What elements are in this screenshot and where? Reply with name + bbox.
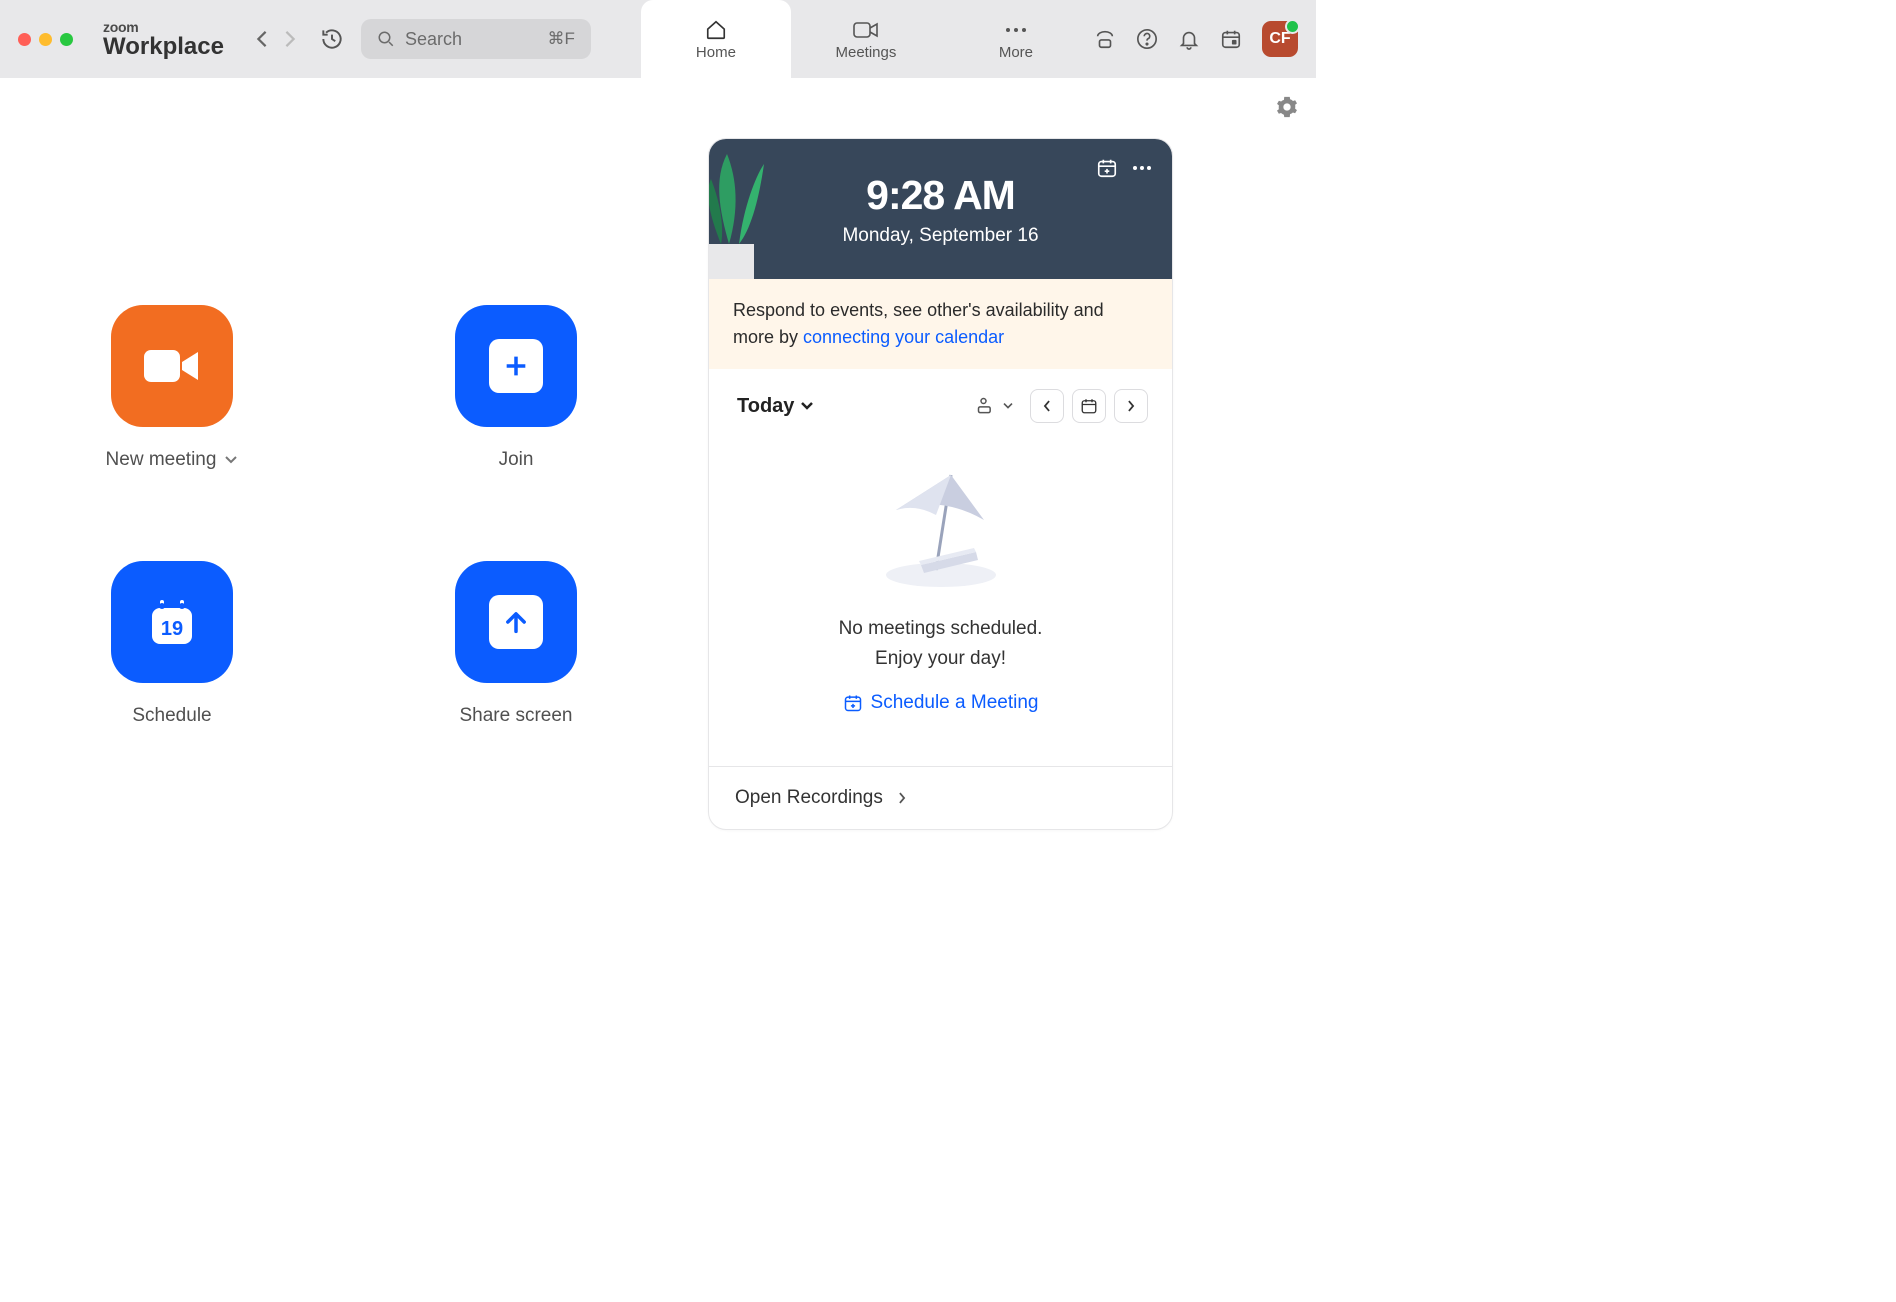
tab-home[interactable]: Home bbox=[641, 0, 791, 78]
empty-line-2: Enjoy your day! bbox=[875, 648, 1006, 670]
app-logo: zoom Workplace bbox=[103, 19, 224, 59]
plus-square-icon bbox=[489, 339, 543, 393]
search-icon bbox=[377, 30, 395, 48]
calendar-header: 9:28 AM Monday, September 16 bbox=[709, 139, 1172, 279]
minimize-window-button[interactable] bbox=[39, 33, 52, 46]
svg-text:19: 19 bbox=[161, 618, 183, 640]
room-icon[interactable] bbox=[1094, 28, 1116, 50]
search-shortcut: ⌘F bbox=[548, 29, 575, 49]
help-icon[interactable] bbox=[1136, 28, 1158, 50]
calendar-empty-state: No meetings scheduled. Enjoy your day! S… bbox=[709, 437, 1172, 766]
toolbar: zoom Workplace Search ⌘F Home Meetings bbox=[0, 0, 1316, 78]
schedule-meeting-link[interactable]: Schedule a Meeting bbox=[843, 692, 1039, 714]
history-icon[interactable] bbox=[319, 26, 345, 52]
tab-more[interactable]: More bbox=[941, 0, 1091, 78]
calendar-panel: 9:28 AM Monday, September 16 Respond to … bbox=[708, 138, 1173, 830]
schedule-label: Schedule bbox=[132, 705, 211, 727]
umbrella-illustration bbox=[866, 460, 1016, 590]
join-label: Join bbox=[499, 449, 534, 471]
more-icon bbox=[1004, 18, 1028, 42]
nav-forward-button[interactable] bbox=[276, 25, 304, 53]
next-day-button[interactable] bbox=[1114, 389, 1148, 423]
chevron-down-icon bbox=[224, 455, 238, 465]
calendar-date: Monday, September 16 bbox=[842, 225, 1038, 247]
video-icon bbox=[853, 18, 879, 42]
schedule-button[interactable]: 19 bbox=[111, 561, 233, 683]
chevron-down-icon bbox=[1002, 402, 1014, 410]
toolbar-right: CF bbox=[1094, 21, 1306, 57]
schedule-item: 19 Schedule bbox=[111, 561, 233, 727]
home-icon bbox=[704, 18, 728, 42]
bell-icon[interactable] bbox=[1178, 28, 1200, 50]
share-screen-label: Share screen bbox=[459, 705, 572, 727]
avatar-initials: CF bbox=[1269, 30, 1290, 48]
prev-day-button[interactable] bbox=[1030, 389, 1064, 423]
plant-decoration bbox=[709, 149, 779, 279]
join-button[interactable] bbox=[455, 305, 577, 427]
chevron-down-icon bbox=[800, 401, 814, 411]
connect-calendar-link[interactable]: connecting your calendar bbox=[803, 327, 1004, 347]
calendar-icon[interactable] bbox=[1220, 28, 1242, 50]
calendar-connect-banner: Respond to events, see other's availabil… bbox=[709, 279, 1172, 369]
join-item: Join bbox=[455, 305, 577, 471]
calendar-date-row: Today bbox=[709, 369, 1172, 437]
fullscreen-window-button[interactable] bbox=[60, 33, 73, 46]
calendar-time: 9:28 AM bbox=[866, 172, 1015, 219]
main-content: New meeting Join 19 Schedule bbox=[0, 78, 1316, 903]
calendar-icon: 19 bbox=[142, 592, 202, 652]
action-grid: New meeting Join 19 Schedule bbox=[0, 78, 688, 903]
share-screen-item: Share screen bbox=[455, 561, 577, 727]
avatar[interactable]: CF bbox=[1262, 21, 1298, 57]
share-screen-button[interactable] bbox=[455, 561, 577, 683]
add-calendar-icon[interactable] bbox=[1096, 157, 1118, 179]
window-controls bbox=[18, 33, 73, 46]
empty-line-1: No meetings scheduled. bbox=[839, 618, 1043, 640]
calendar-plus-icon bbox=[843, 693, 863, 713]
view-selector[interactable] bbox=[976, 396, 1014, 416]
people-icon bbox=[976, 396, 996, 416]
more-icon[interactable] bbox=[1132, 157, 1152, 179]
gear-icon[interactable] bbox=[1276, 96, 1298, 118]
new-meeting-label[interactable]: New meeting bbox=[106, 449, 239, 471]
chevron-right-icon bbox=[897, 791, 907, 805]
tabs: Home Meetings More bbox=[641, 0, 1091, 78]
nav-back-button[interactable] bbox=[248, 25, 276, 53]
today-dropdown[interactable]: Today bbox=[737, 395, 814, 418]
product-label: Workplace bbox=[103, 35, 224, 59]
new-meeting-button[interactable] bbox=[111, 305, 233, 427]
close-window-button[interactable] bbox=[18, 33, 31, 46]
search-placeholder: Search bbox=[405, 29, 538, 50]
calendar-picker-button[interactable] bbox=[1072, 389, 1106, 423]
open-recordings-link[interactable]: Open Recordings bbox=[709, 766, 1172, 829]
tab-label: Home bbox=[696, 44, 736, 61]
new-meeting-item: New meeting bbox=[106, 305, 239, 471]
search-input[interactable]: Search ⌘F bbox=[361, 19, 591, 59]
video-fill-icon bbox=[140, 342, 204, 390]
tab-label: More bbox=[999, 44, 1033, 61]
tab-meetings[interactable]: Meetings bbox=[791, 0, 941, 78]
arrow-up-square-icon bbox=[489, 595, 543, 649]
tab-label: Meetings bbox=[836, 44, 897, 61]
